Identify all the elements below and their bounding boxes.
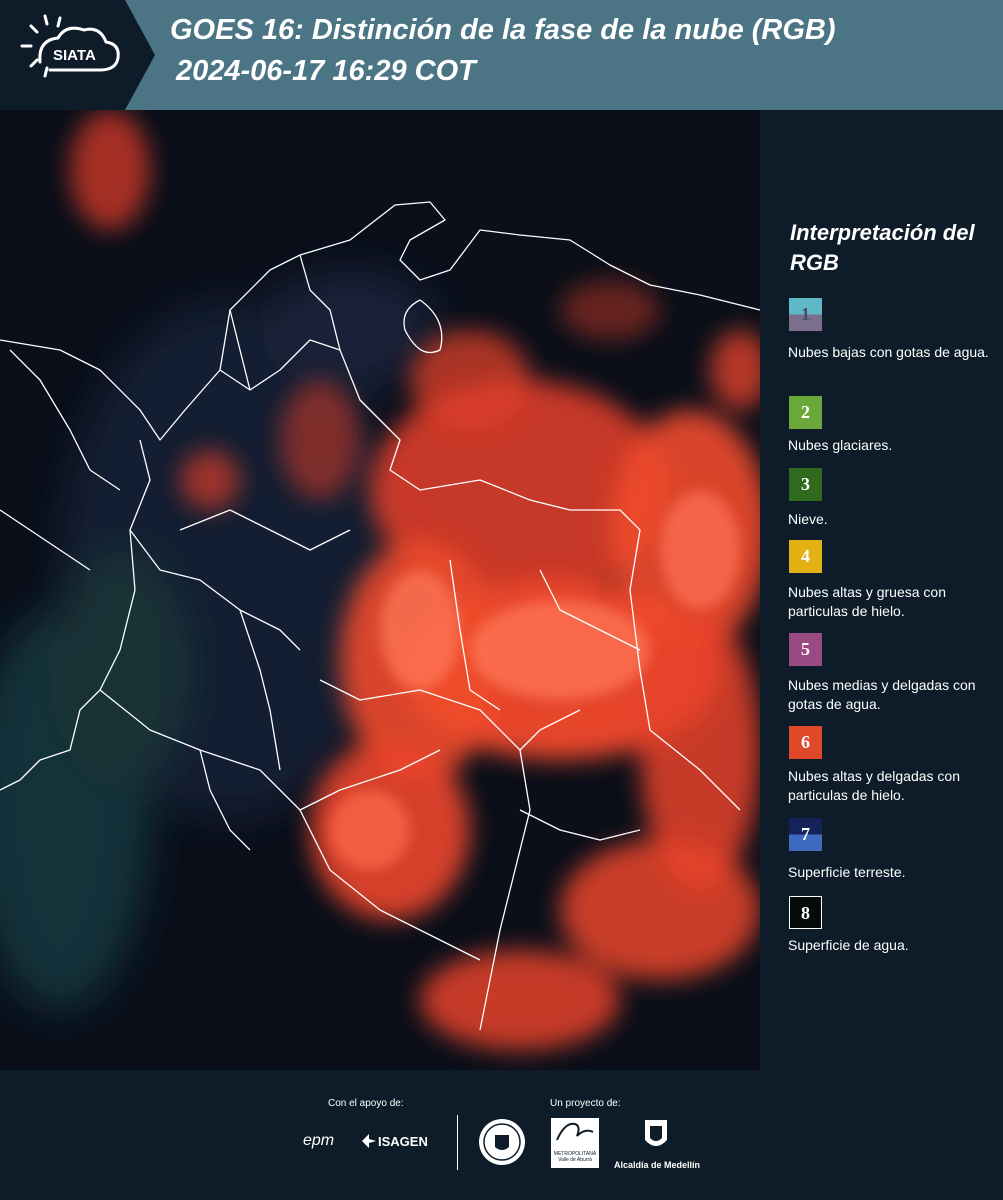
legend-label-2: Nubes glaciares. <box>788 437 893 453</box>
title-line-2: 2024-06-17 16:29 COT <box>176 55 476 87</box>
legend-panel: Interpretación del RGB 1 Nubes bajas con… <box>760 110 1003 1070</box>
seal-icon <box>477 1117 527 1172</box>
medellin-shield-icon <box>643 1118 669 1159</box>
logo-text: SIATA <box>53 47 96 64</box>
legend-swatch-5: 5 <box>789 633 822 666</box>
siata-logo: SIATA <box>0 0 160 110</box>
medellin-logo-text: Alcaldía de Medellín <box>614 1160 701 1170</box>
area-metropolitana-logo: METROPOLITANA Valle de Aburrá <box>551 1118 599 1168</box>
legend-label-1: Nubes bajas con gotas de agua. <box>788 344 989 360</box>
support-caption: Con el apoyo de: <box>328 1098 404 1109</box>
legend-swatch-8: 8 <box>789 896 822 929</box>
legend-swatch-7: 7 <box>789 818 822 851</box>
isagen-logo: ISAGEN <box>378 1134 428 1149</box>
epm-logo: epm <box>303 1132 335 1149</box>
legend-swatch-3: 3 <box>789 468 822 501</box>
legend-label-3: Nieve. <box>788 511 828 527</box>
footer-bar: Con el apoyo de: Un proyecto de: epm ISA… <box>0 1070 1003 1200</box>
legend-swatch-2: 2 <box>789 396 822 429</box>
satellite-map <box>0 110 760 1070</box>
title-line-1: GOES 16: Distinción de la fase de la nub… <box>170 14 836 46</box>
legend-title: Interpretación del RGB <box>790 220 975 275</box>
divider <box>457 1115 458 1170</box>
project-caption: Un proyecto de: <box>550 1098 621 1109</box>
legend-swatch-4: 4 <box>789 540 822 573</box>
legend-label-4: Nubes altas y gruesa con particulas de h… <box>788 584 946 619</box>
area-metropolitana-text: METROPOLITANA Valle de Aburrá <box>553 1151 597 1163</box>
legend-label-5: Nubes medias y delgadas con gotas de agu… <box>788 677 976 712</box>
legend-swatch-1: 1 <box>789 298 822 331</box>
isagen-icon <box>362 1134 376 1153</box>
legend-label-6: Nubes altas y delgadas con particulas de… <box>788 768 960 803</box>
header-bar: SIATA GOES 16: Distinción de la fase de … <box>0 0 1003 110</box>
legend-label-7: Superficie terreste. <box>788 864 906 880</box>
legend-swatch-6: 6 <box>789 726 822 759</box>
legend-label-8: Superficie de agua. <box>788 937 909 953</box>
